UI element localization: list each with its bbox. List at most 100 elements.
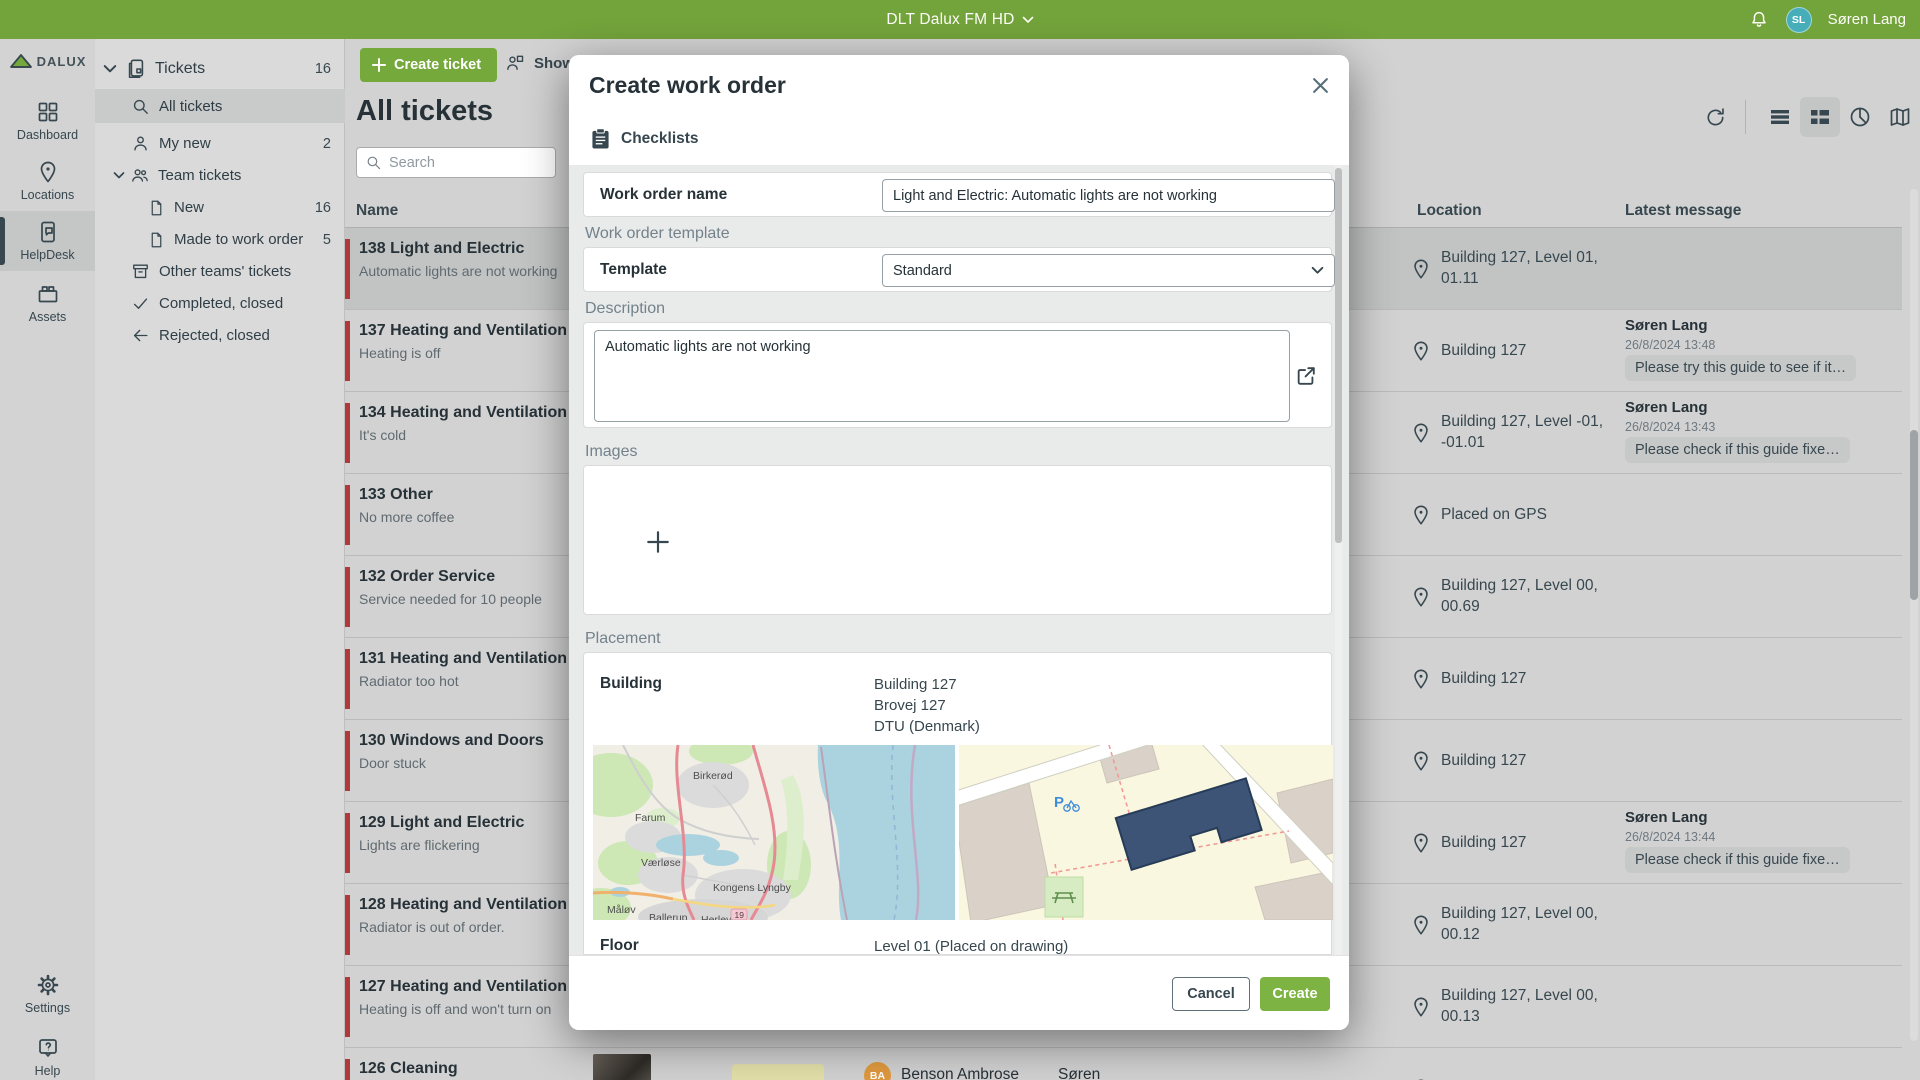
tree-item-made-to-work-order[interactable]: Made to work order 5 — [95, 224, 345, 255]
sidebar-item-helpdesk[interactable]: HelpDesk — [0, 211, 95, 271]
map-road-badge: 19 — [735, 910, 745, 920]
tree-root-tickets[interactable]: Tickets 16 — [95, 53, 345, 84]
sidebar-item-assets[interactable]: Assets — [0, 273, 95, 333]
description-textarea[interactable]: Automatic lights are not working — [594, 330, 1290, 422]
user-name: Søren Lang — [1828, 11, 1906, 28]
plus-icon — [645, 529, 671, 555]
modal-scrollbar[interactable] — [1335, 165, 1342, 955]
location-text: Building 127 — [1441, 669, 1626, 690]
location-pin-icon — [1410, 996, 1432, 1018]
create-ticket-button[interactable]: Create ticket — [360, 48, 497, 82]
gear-icon — [36, 973, 60, 997]
building-label: Building — [600, 675, 662, 693]
app-screen: DLT Dalux FM HD SL Søren Lang DALUX Dash… — [0, 0, 1920, 1080]
latest-message-cell: Søren Lang 26/8/2024 13:43 Please check … — [1625, 392, 1895, 474]
main-scrollbar[interactable] — [1910, 189, 1918, 1041]
template-row: Template Standard — [583, 247, 1332, 292]
app-title: DLT Dalux FM HD — [886, 11, 1014, 29]
message-bubble[interactable]: Please check if this guide fixe… — [1625, 437, 1850, 463]
sidebar-item-help[interactable]: Help — [0, 1027, 95, 1080]
column-header-latest-message[interactable]: Latest message — [1625, 202, 1741, 220]
message-author: Søren Lang — [1625, 399, 1708, 416]
ticket-location: Building 127, Level 00, 00.12 — [1410, 884, 1640, 966]
user-avatar[interactable]: SL — [1786, 7, 1812, 33]
location-text: Building 127, Level 00, 00.69 — [1441, 576, 1626, 618]
tree-item-team-tickets[interactable]: Team tickets — [95, 160, 345, 191]
section-images: Images — [585, 443, 637, 461]
search-input[interactable] — [389, 155, 539, 171]
overview-map[interactable]: Birkerød Farum Værløse Kongens Lyngby Må… — [593, 745, 955, 920]
modal-title: Create work order — [589, 72, 786, 99]
chevron-down-icon — [103, 64, 117, 74]
location-pin-icon — [1410, 586, 1432, 608]
dalux-logo[interactable]: DALUX — [0, 51, 95, 71]
create-ticket-label: Create ticket — [394, 57, 481, 73]
tree-label: Team tickets — [158, 167, 241, 184]
open-external-button[interactable] — [1291, 361, 1321, 391]
nav-label: Help — [35, 1064, 61, 1078]
tree-label: All tickets — [159, 98, 222, 115]
ticket-location: Building 127 — [1410, 310, 1640, 392]
tree-item-rejected-closed[interactable]: Rejected, closed — [95, 320, 345, 351]
app-title-menu[interactable]: DLT Dalux FM HD — [886, 11, 1033, 29]
table-view-button[interactable] — [1760, 97, 1800, 137]
svg-text:P: P — [1054, 794, 1064, 811]
created-by-name: Benson Ambrose — [901, 1066, 1019, 1080]
template-select[interactable]: Standard — [882, 254, 1335, 287]
tree-item-completed-closed[interactable]: Completed, closed — [95, 288, 345, 319]
ticket-thumbnail[interactable] — [593, 1054, 651, 1080]
checklists-button[interactable]: Checklists — [569, 113, 1349, 165]
dalux-roof-icon — [9, 51, 33, 71]
location-pin-icon — [1410, 914, 1432, 936]
card-view-icon — [1808, 105, 1832, 129]
main-scrollbar-thumb[interactable] — [1910, 430, 1918, 600]
map-label-farum: Farum — [635, 812, 666, 824]
ticket-subtitle: Radiator too hot — [359, 673, 459, 689]
sidebar-item-settings[interactable]: Settings — [0, 964, 95, 1024]
building-value-line: Brovej 127 — [874, 696, 946, 716]
bell-icon[interactable] — [1748, 9, 1770, 31]
view-toolbar — [1695, 96, 1920, 138]
create-button[interactable]: Create — [1260, 977, 1330, 1011]
toolbar-divider — [1745, 100, 1746, 134]
sidebar-item-locations[interactable]: Locations — [0, 151, 95, 211]
message-bubble[interactable]: Please try this guide to see if it… — [1625, 355, 1856, 381]
close-button[interactable] — [1307, 72, 1333, 98]
table-row[interactable]: 126 Cleaning Placed on GPS New BA Benson… — [345, 1048, 1902, 1080]
work-order-name-input[interactable] — [882, 179, 1335, 212]
tree-item-my-new[interactable]: My new 2 — [95, 128, 345, 159]
person-card-icon — [505, 53, 525, 73]
tree-item-new[interactable]: New 16 — [95, 192, 345, 223]
time-view-button[interactable] — [1840, 97, 1880, 137]
checklist-icon — [591, 128, 610, 150]
site-plan-map[interactable]: P — [959, 745, 1333, 920]
cancel-button[interactable]: Cancel — [1172, 977, 1250, 1011]
building-value-line: Building 127 — [874, 675, 957, 695]
priority-bar — [345, 1059, 350, 1080]
add-image-button[interactable] — [636, 520, 680, 564]
priority-bar — [345, 485, 350, 545]
sidebar-item-dashboard[interactable]: Dashboard — [0, 91, 95, 151]
modal-scrollbar-thumb[interactable] — [1335, 168, 1342, 543]
helpdesk-icon — [36, 220, 60, 244]
tickets-tree-panel: Tickets 16 All tickets My new 2 Team tic… — [95, 39, 345, 1080]
message-author: Søren Lang — [1625, 809, 1708, 826]
status-badge[interactable]: New — [732, 1064, 824, 1080]
refresh-button[interactable] — [1695, 97, 1735, 137]
page-title: All tickets — [356, 95, 493, 128]
location-text: Building 127, Level 00, 00.12 — [1441, 904, 1626, 946]
card-view-button[interactable] — [1800, 97, 1840, 137]
people-icon — [130, 166, 150, 185]
tree-item-other-teams-tickets[interactable]: Other teams' tickets — [95, 256, 345, 287]
tree-item-all-tickets[interactable]: All tickets — [95, 89, 345, 123]
work-order-name-row: Work order name — [583, 172, 1332, 217]
ticket-title: 138 Light and Electric — [359, 240, 524, 258]
map-label-kongens-lyngby: Kongens Lyngby — [713, 882, 792, 894]
column-header-name[interactable]: Name — [356, 202, 398, 220]
show-button[interactable]: Show — [505, 53, 574, 73]
map-label-vaerlose: Værløse — [641, 857, 681, 869]
ticket-title: 128 Heating and Ventilation — [359, 896, 567, 914]
column-header-location[interactable]: Location — [1417, 202, 1482, 220]
map-view-button[interactable] — [1880, 97, 1920, 137]
message-bubble[interactable]: Please check if this guide fixe… — [1625, 847, 1850, 873]
